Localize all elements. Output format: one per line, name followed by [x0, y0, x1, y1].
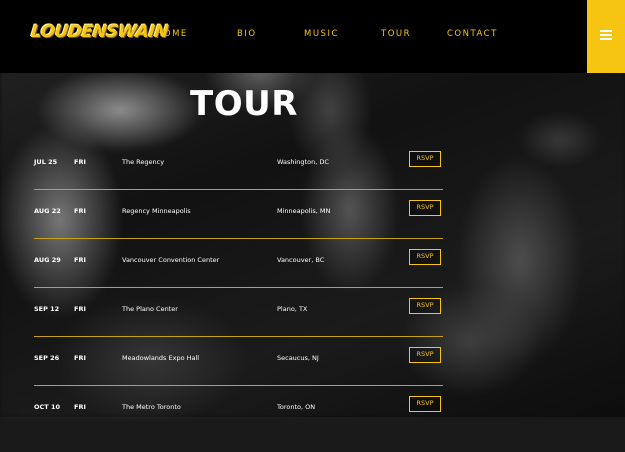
tour-city: Plano, TX	[277, 305, 308, 313]
tour-venue: Regency Minneapolis	[122, 207, 191, 215]
hamburger-menu-icon	[600, 34, 612, 36]
hamburger-menu-icon	[600, 38, 612, 40]
row-divider	[34, 336, 443, 337]
tour-city: Minneapolis, MN	[277, 207, 331, 215]
rsvp-button[interactable]: RSVP	[409, 347, 441, 363]
tour-venue: Meadowlands Expo Hall	[122, 354, 200, 362]
tour-date: SEP 26	[34, 354, 60, 362]
row-divider	[34, 287, 443, 288]
band-logo[interactable]: LOUDENSWAIN	[30, 22, 169, 42]
site-header: LOUDENSWAIN HOME BIO MUSIC TOUR CONTACT	[0, 0, 625, 73]
row-divider	[34, 238, 443, 239]
tour-venue: Vancouver Convention Center	[122, 256, 220, 264]
rsvp-button[interactable]: RSVP	[409, 298, 441, 314]
tour-day: FRI	[74, 158, 86, 166]
row-divider	[34, 189, 443, 190]
tour-venue: The Regency	[122, 158, 165, 166]
tour-row: SEP 12 FRI The Plano Center Plano, TX RS…	[34, 298, 443, 354]
rsvp-button[interactable]: RSVP	[409, 249, 441, 265]
tour-row: AUG 29 FRI Vancouver Convention Center V…	[34, 249, 443, 305]
tour-date: JUL 25	[34, 158, 58, 166]
tour-date: SEP 12	[34, 305, 60, 313]
tour-date: AUG 29	[34, 256, 61, 264]
tour-day: FRI	[74, 207, 86, 215]
tour-day: FRI	[74, 305, 86, 313]
nav-bio[interactable]: BIO	[237, 29, 257, 39]
tour-city: Toronto, ON	[277, 403, 316, 411]
rsvp-button[interactable]: RSVP	[409, 200, 441, 216]
rsvp-button[interactable]: RSVP	[409, 151, 441, 167]
tour-day: FRI	[74, 354, 86, 362]
tour-row: SEP 26 FRI Meadowlands Expo Hall Secaucu…	[34, 347, 443, 403]
tour-date: AUG 22	[34, 207, 61, 215]
nav-home[interactable]: HOME	[156, 29, 188, 39]
tour-venue: The Plano Center	[122, 305, 178, 313]
nav-music[interactable]: MUSIC	[304, 29, 339, 39]
tour-day: FRI	[74, 403, 86, 411]
tour-row: AUG 22 FRI Regency Minneapolis Minneapol…	[34, 200, 443, 256]
tour-row: OCT 10 FRI The Metro Toronto Toronto, ON…	[34, 396, 443, 452]
nav-tour[interactable]: TOUR	[381, 29, 411, 39]
hamburger-menu-icon	[600, 30, 612, 32]
tour-row: JUL 25 FRI The Regency Washington, DC RS…	[34, 151, 443, 207]
row-divider	[34, 385, 443, 386]
menu-button[interactable]	[587, 0, 625, 73]
tour-date: OCT 10	[34, 403, 61, 411]
tour-day: FRI	[74, 256, 86, 264]
rsvp-button[interactable]: RSVP	[409, 396, 441, 412]
nav-contact[interactable]: CONTACT	[447, 29, 498, 39]
tour-city: Vancouver, BC	[277, 256, 325, 264]
tour-venue: The Metro Toronto	[122, 403, 181, 411]
tour-city: Secaucus, NJ	[277, 354, 319, 362]
tour-city: Washington, DC	[277, 158, 329, 166]
